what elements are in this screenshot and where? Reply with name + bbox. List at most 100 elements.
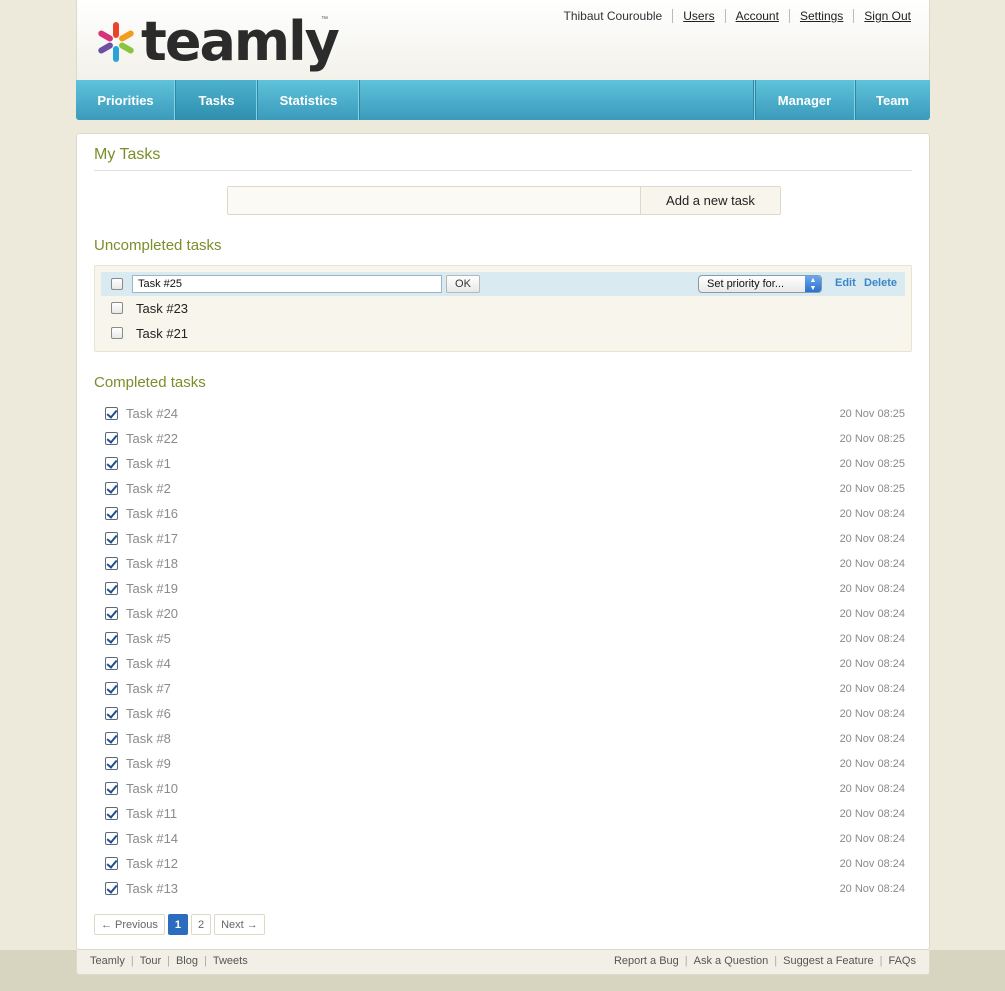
tab-priorities[interactable]: Priorities (76, 80, 176, 120)
select-arrows-icon: ▲ ▼ (805, 276, 821, 292)
task-label[interactable]: Task #20 (126, 606, 178, 621)
priority-select-label: Set priority for... (707, 278, 785, 290)
completed-checkbox[interactable] (105, 482, 118, 495)
completed-checkbox[interactable] (105, 857, 118, 870)
completed-checkbox[interactable] (105, 432, 118, 445)
ok-button[interactable]: OK (446, 275, 480, 293)
task-label[interactable]: Task #8 (126, 731, 171, 746)
completed-checkbox[interactable] (105, 882, 118, 895)
task-label[interactable]: Task #9 (126, 756, 171, 771)
task-label[interactable]: Task #17 (126, 531, 178, 546)
footer-link-report-bug[interactable]: Report a Bug (614, 955, 679, 967)
task-checkbox[interactable] (111, 327, 123, 339)
add-task-form: Add a new task (227, 186, 781, 215)
task-label[interactable]: Task #7 (126, 681, 171, 696)
completed-checkbox[interactable] (105, 632, 118, 645)
task-label[interactable]: Task #5 (126, 631, 171, 646)
task-label[interactable]: Task #23 (136, 301, 188, 316)
completed-date: 20 Nov 08:24 (839, 508, 905, 520)
table-row: Task #5 20 Nov 08:24 (105, 629, 905, 654)
set-priority-select[interactable]: Set priority for... ▲ ▼ (698, 275, 822, 293)
account-link[interactable]: Account (724, 9, 789, 23)
table-row: Task #10 20 Nov 08:24 (105, 779, 905, 804)
task-label[interactable]: Task #24 (126, 406, 178, 421)
completed-checkbox[interactable] (105, 582, 118, 595)
completed-checkbox[interactable] (105, 407, 118, 420)
next-page-button[interactable]: Next → (214, 914, 265, 935)
table-row: Task #11 20 Nov 08:24 (105, 804, 905, 829)
footer-link-tour[interactable]: Tour (140, 955, 161, 967)
users-link[interactable]: Users (672, 9, 724, 23)
task-checkbox[interactable] (111, 302, 123, 314)
task-label[interactable]: Task #12 (126, 856, 178, 871)
list-item: Task #23 (101, 296, 905, 320)
tab-team[interactable]: Team (854, 80, 930, 120)
task-label[interactable]: Task #10 (126, 781, 178, 796)
completed-date: 20 Nov 08:24 (839, 558, 905, 570)
task-label[interactable]: Task #22 (126, 431, 178, 446)
task-label[interactable]: Task #6 (126, 706, 171, 721)
completed-date: 20 Nov 08:24 (839, 808, 905, 820)
task-label[interactable]: Task #14 (126, 831, 178, 846)
add-task-button[interactable]: Add a new task (640, 187, 780, 214)
completed-checkbox[interactable] (105, 807, 118, 820)
tab-statistics[interactable]: Statistics (258, 80, 360, 120)
task-label[interactable]: Task #18 (126, 556, 178, 571)
table-row: Task #1 20 Nov 08:25 (105, 454, 905, 479)
tab-manager[interactable]: Manager (754, 80, 854, 120)
completed-checkbox[interactable] (105, 557, 118, 570)
task-label[interactable]: Task #11 (126, 806, 177, 821)
completed-checkbox[interactable] (105, 607, 118, 620)
task-label[interactable]: Task #1 (126, 456, 171, 471)
task-label[interactable]: Task #16 (126, 506, 178, 521)
logo-wordmark: teamly (141, 10, 340, 73)
task-checkbox[interactable] (111, 278, 123, 290)
completed-checkbox[interactable] (105, 682, 118, 695)
completed-checkbox[interactable] (105, 732, 118, 745)
completed-checkbox[interactable] (105, 757, 118, 770)
footer-link-blog[interactable]: Blog (176, 955, 198, 967)
task-label[interactable]: Task #21 (136, 326, 188, 341)
completed-date: 20 Nov 08:24 (839, 758, 905, 770)
footer-link-tweets[interactable]: Tweets (213, 955, 248, 967)
completed-date: 20 Nov 08:25 (839, 433, 905, 445)
sign-out-link[interactable]: Sign Out (853, 9, 911, 23)
page-2-button[interactable]: 2 (190, 914, 212, 935)
completed-checkbox[interactable] (105, 457, 118, 470)
footer-link-ask-question[interactable]: Ask a Question (694, 955, 769, 967)
completed-checkbox[interactable] (105, 707, 118, 720)
delete-link[interactable]: Delete (864, 277, 897, 289)
task-label[interactable]: Task #4 (126, 656, 171, 671)
completed-date: 20 Nov 08:24 (839, 658, 905, 670)
completed-checkbox[interactable] (105, 782, 118, 795)
previous-page-button[interactable]: ← Previous (94, 914, 165, 935)
completed-checkbox[interactable] (105, 657, 118, 670)
table-row: Task #17 20 Nov 08:24 (105, 529, 905, 554)
completed-heading: Completed tasks (94, 374, 206, 391)
footer-link-faqs[interactable]: FAQs (888, 955, 916, 967)
completed-date: 20 Nov 08:24 (839, 708, 905, 720)
completed-checkbox[interactable] (105, 507, 118, 520)
task-edit-input[interactable]: Task #25 (132, 275, 442, 293)
separator: | (167, 955, 170, 967)
table-row: Task #9 20 Nov 08:24 (105, 754, 905, 779)
settings-link[interactable]: Settings (788, 9, 853, 23)
footer-left-links: Teamly | Tour | Blog | Tweets (90, 955, 248, 967)
task-label[interactable]: Task #2 (126, 481, 171, 496)
task-label[interactable]: Task #13 (126, 881, 178, 896)
logo[interactable]: teamly ™ (95, 10, 340, 73)
footer-link-teamly[interactable]: Teamly (90, 955, 125, 967)
completed-date: 20 Nov 08:24 (839, 883, 905, 895)
uncompleted-heading: Uncompleted tasks (94, 237, 222, 254)
tab-tasks[interactable]: Tasks (176, 80, 258, 120)
completed-date: 20 Nov 08:24 (839, 533, 905, 545)
table-row: Task #20 20 Nov 08:24 (105, 604, 905, 629)
completed-checkbox[interactable] (105, 832, 118, 845)
table-row: Task #2 20 Nov 08:25 (105, 479, 905, 504)
page-1-button[interactable]: 1 (167, 914, 188, 935)
completed-checkbox[interactable] (105, 532, 118, 545)
footer-link-suggest-feature[interactable]: Suggest a Feature (783, 955, 874, 967)
edit-link[interactable]: Edit (835, 277, 856, 289)
new-task-input[interactable] (228, 187, 640, 214)
task-label[interactable]: Task #19 (126, 581, 178, 596)
